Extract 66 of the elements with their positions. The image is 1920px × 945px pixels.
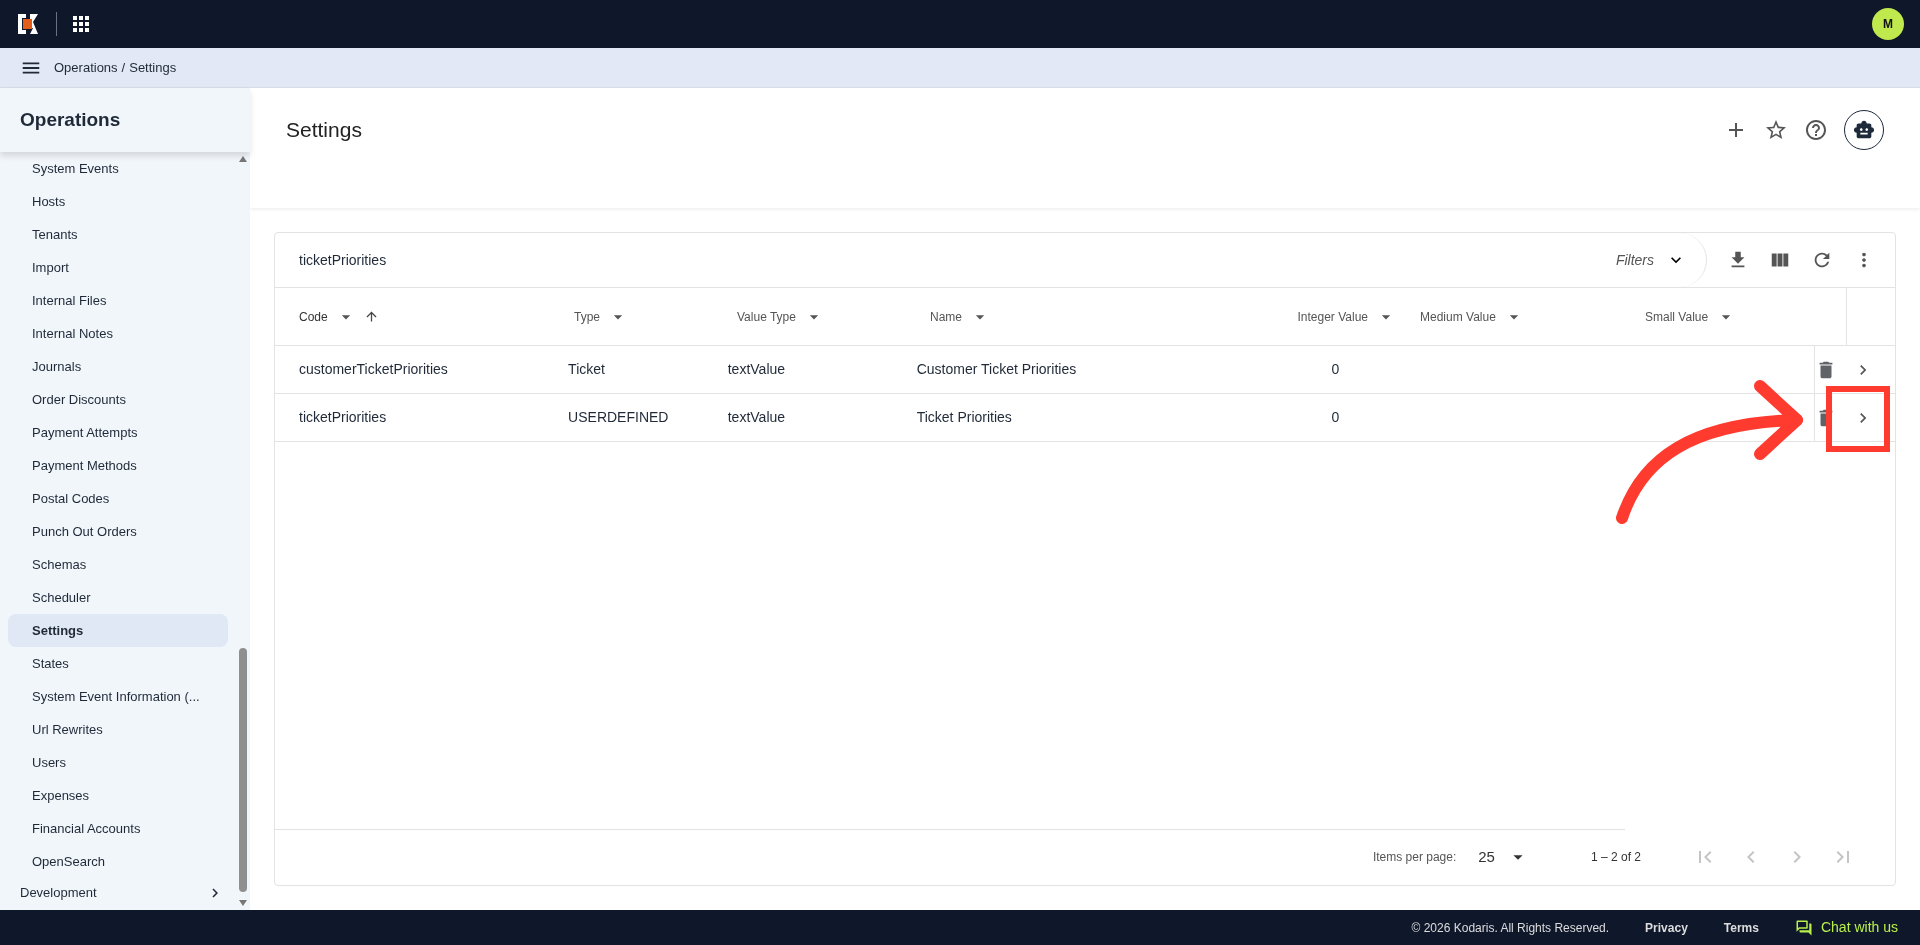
column-header[interactable]: Type [574,307,600,326]
sidebar-item[interactable]: Journals [8,350,228,383]
column-header[interactable]: Medium Value [1420,307,1496,326]
scroll-down-icon[interactable] [239,900,247,906]
column-header[interactable]: Integer Value [1297,307,1368,326]
column-header[interactable]: Small Value [1645,307,1709,326]
table-row[interactable]: customerTicketPriorities Ticket textValue Customer Ticket Priorities 0 [275,346,1895,394]
column-header[interactable]: Code [299,307,328,326]
table-cell-text: customerTicketPriorities [299,360,448,379]
table-cell-text: 0 [1331,408,1340,427]
sidebar-item[interactable]: Payment Attempts [8,416,228,449]
sidebar-item[interactable]: Postal Codes [8,482,228,515]
chat-button[interactable]: Chat with us [1794,917,1898,938]
apps-grid-icon[interactable] [73,16,89,32]
sidebar-section[interactable]: Development [8,878,228,908]
sidebar-item[interactable]: Settings [8,614,228,647]
sidebar-item[interactable]: States [8,647,228,680]
column-header[interactable]: Name [930,307,962,326]
sidebar-item[interactable]: Payment Methods [8,449,228,482]
footer-link[interactable]: Terms [1723,918,1759,937]
table-cell-text: Ticket [568,360,605,379]
breadcrumb-link[interactable]: Settings [129,57,177,78]
sidebar-item[interactable]: System Events [8,152,228,185]
scroll-up-icon[interactable] [239,156,247,162]
page-title: Settings [286,117,362,143]
breadcrumb-separator: / [121,58,126,77]
sidebar-item[interactable]: Hosts [8,185,228,218]
table-cell-text: 0 [1331,360,1340,379]
page-range: 1 – 2 of 2 [1590,849,1641,866]
table-cell-text: textValue [727,360,786,379]
breadcrumb-link[interactable]: Operations [54,57,118,78]
footer-link[interactable]: Privacy [1645,918,1688,937]
items-per-page-label: Items per page: [1372,849,1457,866]
user-avatar[interactable]: M [1872,8,1904,40]
chat-icon [1794,918,1813,937]
search-field[interactable]: ticketPriorities [275,233,1596,287]
sidebar-item[interactable]: Tenants [8,218,228,251]
sidebar-title: Operations [20,107,121,132]
sidebar-item[interactable]: Expenses [8,779,228,812]
sidebar-item[interactable]: System Event Information (... [8,680,228,713]
sidebar-item[interactable]: Url Rewrites [8,713,228,746]
sidebar-item[interactable]: Schemas [8,548,228,581]
table-cell-text: textValue [727,408,786,427]
logo-icon[interactable] [16,12,40,36]
page-size-select[interactable]: 25 [1478,845,1529,869]
filters-button[interactable]: Filters [1595,233,1707,287]
sidebar-item[interactable]: Internal Files [8,284,228,317]
column-header[interactable]: Value Type [737,307,796,326]
sidebar-item[interactable]: Punch Out Orders [8,515,228,548]
sidebar-item[interactable]: OpenSearch [8,845,228,878]
help-icon[interactable] [1804,118,1828,142]
star-icon[interactable] [1764,118,1788,142]
copyright-text: © 2026 Kodaris. All Rights Reserved. [1411,919,1610,937]
sidebar-item[interactable]: Users [8,746,228,779]
table-cell-text: USERDEFINED [568,408,669,427]
table-row[interactable]: ticketPriorities USERDEFINED textValue Ticket Priorities 0 [275,394,1895,442]
table-cell-text: Ticket Priorities [916,408,1012,427]
sidebar-item[interactable]: Import [8,251,228,284]
table-cell-text: Customer Ticket Priorities [916,360,1077,379]
scrollbar-thumb[interactable] [239,648,247,892]
robot-icon [1853,119,1875,141]
sidebar-item[interactable]: Internal Notes [8,317,228,350]
sidebar-item[interactable]: Order Discounts [8,383,228,416]
sidebar-item[interactable]: Scheduler [8,581,228,614]
sidebar-item[interactable]: Financial Accounts [8,812,228,845]
table-cell-text: ticketPriorities [299,408,387,427]
